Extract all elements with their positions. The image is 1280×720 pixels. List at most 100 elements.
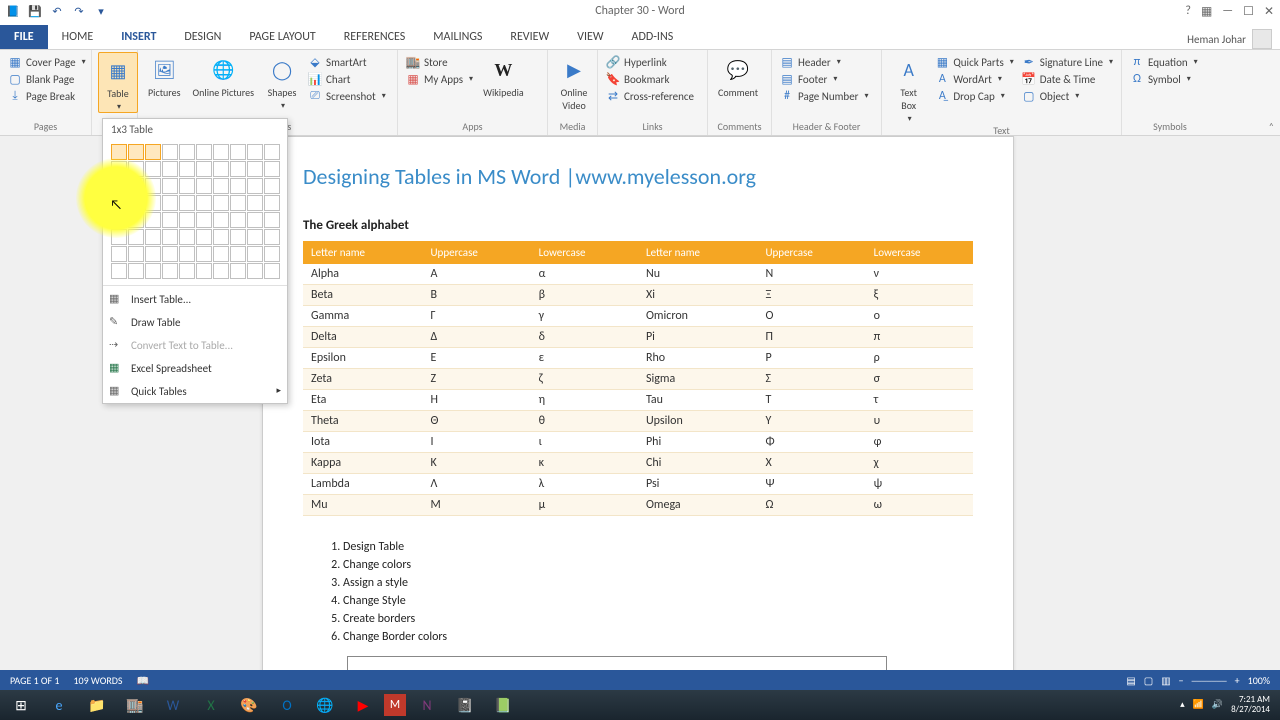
quick-tables-menuitem[interactable]: ▦Quick Tables▸ bbox=[103, 380, 287, 403]
table-button[interactable]: ▦Table▾ bbox=[98, 52, 138, 113]
cover-page-button[interactable]: ▦Cover Page▾ bbox=[6, 54, 88, 70]
view-read-icon[interactable]: ▢ bbox=[1144, 674, 1153, 687]
smartart-button[interactable]: ⬙SmartArt bbox=[306, 54, 388, 70]
close-icon[interactable]: ✕ bbox=[1264, 4, 1274, 19]
screenshot-button[interactable]: ⎚Screenshot▾ bbox=[306, 88, 388, 104]
draw-table-menuitem[interactable]: ✎Draw Table bbox=[103, 311, 287, 334]
chart-button[interactable]: 📊Chart bbox=[306, 71, 388, 87]
status-words[interactable]: 109 WORDS bbox=[73, 674, 122, 687]
proofing-icon[interactable]: 📖 bbox=[137, 674, 149, 687]
pictures-icon: 🖼 bbox=[150, 56, 178, 84]
online-pictures-button[interactable]: 🌐Online Pictures bbox=[189, 52, 259, 99]
volume-icon[interactable]: 🔊 bbox=[1212, 700, 1223, 710]
object-button[interactable]: ▢Object▾ bbox=[1020, 88, 1115, 104]
tab-file[interactable]: FILE bbox=[0, 25, 48, 49]
maximize-icon[interactable]: ☐ bbox=[1243, 4, 1254, 19]
equation-button[interactable]: πEquation▾ bbox=[1128, 54, 1200, 70]
help-icon[interactable]: ? bbox=[1185, 4, 1191, 18]
excel-spreadsheet-menuitem[interactable]: ▦Excel Spreadsheet bbox=[103, 357, 287, 380]
collapse-ribbon-icon[interactable]: ˄ bbox=[1269, 120, 1274, 133]
page-number-icon: # bbox=[780, 89, 794, 103]
page-break-button[interactable]: ⤓Page Break bbox=[6, 88, 88, 104]
quicktable-icon: ▦ bbox=[109, 384, 123, 398]
youtube-icon[interactable]: ▶ bbox=[346, 692, 380, 718]
object-icon: ▢ bbox=[1022, 89, 1036, 103]
status-page[interactable]: PAGE 1 OF 1 bbox=[10, 674, 59, 687]
tray-date[interactable]: 8/27/2014 bbox=[1231, 705, 1270, 715]
tray-up-icon[interactable]: ▴ bbox=[1180, 700, 1185, 710]
header-button[interactable]: ▤Header▾ bbox=[778, 54, 871, 70]
chrome-icon[interactable]: 🌐 bbox=[308, 692, 342, 718]
tab-review[interactable]: REVIEW bbox=[496, 25, 563, 49]
app-icon-2[interactable]: 📗 bbox=[486, 692, 520, 718]
footer-button[interactable]: ▤Footer▾ bbox=[778, 71, 871, 87]
qat-more-icon[interactable]: ▾ bbox=[94, 4, 108, 18]
textbox-button[interactable]: AText Box▾ bbox=[888, 52, 929, 124]
tab-design[interactable]: DESIGN bbox=[170, 25, 235, 49]
grid-icon: ▦ bbox=[109, 292, 123, 306]
tab-addins[interactable]: ADD-INS bbox=[618, 25, 688, 49]
video-icon: ▶ bbox=[560, 56, 588, 84]
ribbon-tabs: FILE HOME INSERT DESIGN PAGE LAYOUT REFE… bbox=[0, 22, 1280, 50]
excel-taskbar-icon[interactable]: X bbox=[194, 692, 228, 718]
dropcap-button[interactable]: A̲Drop Cap▾ bbox=[933, 88, 1015, 104]
zoom-level[interactable]: 100% bbox=[1248, 674, 1270, 687]
app-m-icon[interactable]: M bbox=[384, 694, 406, 716]
ribbon-options-icon[interactable]: ▦ bbox=[1201, 4, 1212, 19]
network-icon[interactable]: 📶 bbox=[1193, 700, 1204, 710]
user-name[interactable]: Heman Johar bbox=[1187, 33, 1246, 46]
avatar[interactable] bbox=[1252, 29, 1272, 49]
wikipedia-button[interactable]: WWikipedia bbox=[479, 52, 528, 99]
table-icon: ▦ bbox=[104, 57, 132, 85]
app-icon-1[interactable]: 📓 bbox=[448, 692, 482, 718]
bookmark-button[interactable]: 🔖Bookmark bbox=[604, 71, 696, 87]
redo-icon[interactable]: ↷ bbox=[72, 4, 86, 18]
zoom-in-icon[interactable]: + bbox=[1235, 674, 1240, 687]
convert-text-menuitem: ⇢Convert Text to Table... bbox=[103, 334, 287, 357]
myapps-button[interactable]: ▦My Apps▾ bbox=[404, 71, 475, 87]
tab-page-layout[interactable]: PAGE LAYOUT bbox=[235, 25, 329, 49]
tab-view[interactable]: VIEW bbox=[563, 25, 617, 49]
tab-mailings[interactable]: MAILINGS bbox=[419, 25, 496, 49]
store-icon[interactable]: 🏬 bbox=[118, 692, 152, 718]
group-label-comments: Comments bbox=[714, 120, 765, 135]
signature-button[interactable]: ✒Signature Line▾ bbox=[1020, 54, 1115, 70]
minimize-icon[interactable]: — bbox=[1222, 4, 1233, 18]
ie-icon[interactable]: e bbox=[42, 692, 76, 718]
word-taskbar-icon[interactable]: W bbox=[156, 692, 190, 718]
shapes-button[interactable]: ◯Shapes▾ bbox=[262, 52, 302, 111]
tab-insert[interactable]: INSERT bbox=[107, 25, 170, 49]
page-number-button[interactable]: #Page Number▾ bbox=[778, 88, 871, 104]
tab-references[interactable]: REFERENCES bbox=[330, 25, 420, 49]
undo-icon[interactable]: ↶ bbox=[50, 4, 64, 18]
comment-button[interactable]: 💬Comment bbox=[714, 52, 762, 99]
start-button[interactable]: ⊞ bbox=[4, 692, 38, 718]
save-icon[interactable]: 💾 bbox=[28, 4, 42, 18]
title-bar: 📘 💾 ↶ ↷ ▾ Chapter 30 - Word ? ▦ — ☐ ✕ bbox=[0, 0, 1280, 22]
outlook-icon[interactable]: O bbox=[270, 692, 304, 718]
table-size-grid[interactable] bbox=[111, 144, 279, 279]
symbol-button[interactable]: ΩSymbol▾ bbox=[1128, 71, 1200, 87]
cross-ref-button[interactable]: ⇄Cross-reference bbox=[604, 88, 696, 104]
insert-table-menuitem[interactable]: ▦Insert Table... bbox=[103, 288, 287, 311]
store-button[interactable]: 🏬Store bbox=[404, 54, 475, 70]
paint-icon[interactable]: 🎨 bbox=[232, 692, 266, 718]
pictures-button[interactable]: 🖼Pictures bbox=[144, 52, 185, 99]
quickparts-button[interactable]: ▦Quick Parts▾ bbox=[933, 54, 1015, 70]
zoom-out-icon[interactable]: − bbox=[1179, 674, 1184, 687]
group-label-apps: Apps bbox=[404, 120, 541, 135]
wordart-button[interactable]: AWordArt▾ bbox=[933, 71, 1015, 87]
blank-page-button[interactable]: ▢Blank Page bbox=[6, 71, 88, 87]
explorer-icon[interactable]: 📁 bbox=[80, 692, 114, 718]
convert-icon: ⇢ bbox=[109, 338, 123, 352]
tab-home[interactable]: HOME bbox=[48, 25, 108, 49]
view-web-icon[interactable]: ▥ bbox=[1161, 674, 1170, 687]
view-print-icon[interactable]: ▤ bbox=[1126, 674, 1135, 687]
online-video-button[interactable]: ▶Online Video bbox=[554, 52, 594, 112]
hyperlink-button[interactable]: 🔗Hyperlink bbox=[604, 54, 696, 70]
excel-icon: ▦ bbox=[109, 361, 123, 375]
datetime-button[interactable]: 📅Date & Time bbox=[1020, 71, 1115, 87]
onenote-icon[interactable]: N bbox=[410, 692, 444, 718]
steps-list: Design TableChange colorsAssign a styleC… bbox=[343, 538, 973, 646]
smartart-icon: ⬙ bbox=[308, 55, 322, 69]
